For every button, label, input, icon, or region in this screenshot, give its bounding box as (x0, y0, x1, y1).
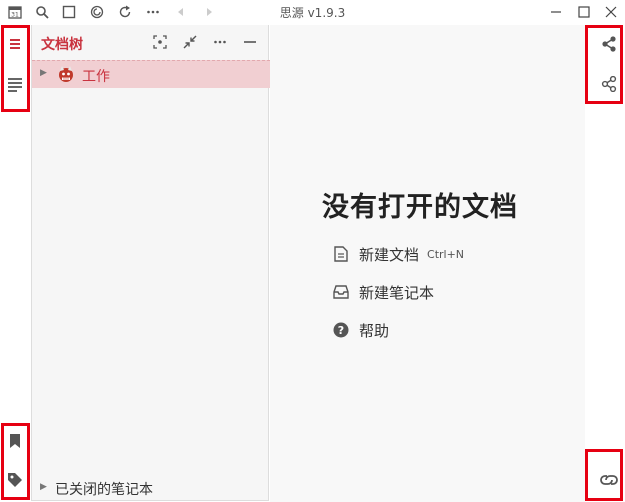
bookmark-icon[interactable] (6, 432, 24, 450)
new-document-shortcut: Ctrl+N (427, 247, 465, 261)
notebook-emoji-icon (59, 66, 73, 82)
file-icon (332, 245, 350, 263)
empty-title: 没有打开的文档 (322, 192, 518, 223)
help-icon: ? (332, 321, 350, 339)
file-tree-panel: 文档树 ▶ 工作 ▶ 已关闭的笔记本 (31, 25, 270, 501)
more-icon[interactable] (212, 34, 228, 50)
expand-arrow-icon[interactable]: ▶ (40, 482, 47, 492)
new-document-action[interactable]: 新建文档 Ctrl+N (332, 243, 464, 265)
title-bar: 31 思源 v1.9.3 (0, 0, 625, 25)
graph-view-icon[interactable] (600, 35, 618, 53)
new-notebook-label: 新建笔记本 (359, 283, 435, 302)
new-notebook-action[interactable]: 新建笔记本 (332, 281, 434, 303)
closed-notebooks-label: 已关闭的笔记本 (55, 482, 153, 498)
svg-text:?: ? (338, 324, 344, 337)
expand-arrow-icon[interactable]: ▶ (40, 68, 47, 78)
global-graph-icon[interactable] (600, 75, 618, 93)
notebook-label: 工作 (82, 69, 110, 85)
outline-icon[interactable] (6, 75, 24, 93)
file-tree-header: 文档树 (32, 25, 270, 59)
minimize-button[interactable] (545, 2, 567, 22)
new-document-label: 新建文档 (359, 245, 420, 264)
focus-icon[interactable] (152, 34, 168, 50)
window-title: 思源 v1.9.3 (279, 6, 346, 20)
close-button[interactable] (600, 2, 622, 22)
maximize-button[interactable] (573, 2, 595, 22)
notebook-item[interactable]: ▶ 工作 (32, 60, 270, 88)
collapse-icon[interactable] (182, 34, 198, 50)
right-dock (585, 25, 625, 502)
editor-empty-area: 没有打开的文档 新建文档 Ctrl+N 新建笔记本 ? 帮助 (270, 25, 585, 502)
tag-icon[interactable] (6, 471, 24, 489)
left-dock (0, 25, 30, 502)
backlinks-icon[interactable] (600, 471, 618, 489)
closed-notebooks[interactable]: ▶ 已关闭的笔记本 (32, 477, 270, 499)
minimize-panel-icon[interactable] (242, 34, 258, 50)
file-tree-icon[interactable] (6, 35, 24, 53)
help-label: 帮助 (359, 321, 390, 340)
file-tree-title: 文档树 (41, 37, 83, 53)
inbox-icon (332, 283, 350, 301)
help-action[interactable]: ? 帮助 (332, 319, 389, 341)
